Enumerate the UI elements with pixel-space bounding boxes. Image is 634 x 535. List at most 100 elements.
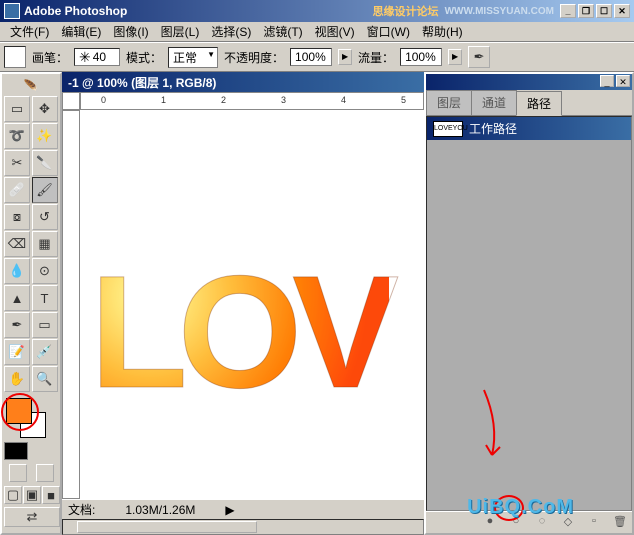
move-tool[interactable]: ✥ <box>32 96 58 122</box>
paths-list[interactable]: LOVEYOU 工作路径 <box>426 116 632 511</box>
panel-titlebar: _ ✕ <box>426 74 632 90</box>
scrollbar-horizontal[interactable] <box>62 519 424 535</box>
toolbox: 🪶 ▭ ✥ ➰ ✨ ✂ 🔪 🩹 🖌 ⧇ ↺ ⌫ ▦ 💧 ⊙ ▲ T ✒ ▭ 📝 … <box>0 72 62 535</box>
brush-tool[interactable]: 🖌 <box>32 177 58 203</box>
screen-full-menubar-icon[interactable]: ▣ <box>23 486 41 504</box>
eraser-tool[interactable]: ⌫ <box>4 231 30 257</box>
airbrush-icon[interactable]: ✒ <box>468 46 490 68</box>
mode-label: 模式： <box>126 49 162 66</box>
marquee-tool[interactable]: ▭ <box>4 96 30 122</box>
tab-channels[interactable]: 通道 <box>471 90 517 115</box>
status-filesize: 1.03M/1.26M <box>125 503 195 517</box>
menu-view[interactable]: 视图(V) <box>309 21 361 42</box>
panel-minimize-button[interactable]: _ <box>600 75 614 87</box>
color-swatch <box>4 396 58 440</box>
titlebar: Adobe Photoshop 思缘设计论坛 WWW.MISSYUAN.COM … <box>0 0 634 22</box>
notes-tool[interactable]: 📝 <box>4 339 30 365</box>
workspace: 🪶 ▭ ✥ ➰ ✨ ✂ 🔪 🩹 🖌 ⧇ ↺ ⌫ ▦ 💧 ⊙ ▲ T ✒ ▭ 📝 … <box>0 72 634 535</box>
tab-paths[interactable]: 路径 <box>516 91 562 116</box>
screen-standard-icon[interactable]: ▢ <box>4 486 22 504</box>
document-window: -1 @ 100% (图层 1, RGB/8) 0 1 2 3 4 5 LOV … <box>62 72 424 535</box>
ruler-vertical[interactable] <box>62 110 80 499</box>
ruler-mark: 2 <box>221 95 226 105</box>
menu-filter[interactable]: 滤镜(T) <box>257 21 308 42</box>
minimize-button[interactable]: _ <box>560 4 576 18</box>
shape-tool[interactable]: ▭ <box>32 312 58 338</box>
standard-mode-icon[interactable] <box>9 464 27 482</box>
hand-tool[interactable]: ✋ <box>4 366 30 392</box>
slice-tool[interactable]: 🔪 <box>32 150 58 176</box>
wand-tool[interactable]: ✨ <box>32 123 58 149</box>
flow-slider-button[interactable]: ▶ <box>448 49 462 65</box>
maximize-button[interactable]: ☐ <box>596 4 612 18</box>
path-select-tool[interactable]: ▲ <box>4 285 30 311</box>
healing-tool[interactable]: 🩹 <box>4 177 30 203</box>
default-swap-colors <box>4 442 58 460</box>
ruler-mark: 3 <box>281 95 286 105</box>
gradient-tool[interactable]: ▦ <box>32 231 58 257</box>
blend-mode-dropdown[interactable]: 正常 <box>168 47 218 68</box>
menu-layer[interactable]: 图层(L) <box>155 21 206 42</box>
imageready-icon[interactable]: ⇄ <box>4 507 60 527</box>
ruler-mark: 0 <box>101 95 106 105</box>
tab-layers[interactable]: 图层 <box>426 90 472 115</box>
toolbox-feather-icon: 🪶 <box>4 76 58 96</box>
brush-label: 画笔： <box>32 49 68 66</box>
pen-tool[interactable]: ✒ <box>4 312 30 338</box>
document-title: -1 @ 100% (图层 1, RGB/8) <box>62 72 424 92</box>
opacity-slider-button[interactable]: ▶ <box>338 49 352 65</box>
menu-image[interactable]: 图像(I) <box>107 21 154 42</box>
lasso-tool[interactable]: ➰ <box>4 123 30 149</box>
delete-path-icon[interactable]: 🗑 <box>612 515 628 531</box>
opacity-label: 不透明度： <box>224 49 284 66</box>
menu-window[interactable]: 窗口(W) <box>361 21 416 42</box>
stamp-tool[interactable]: ⧇ <box>4 204 30 230</box>
annotation-circle-foreground <box>1 393 39 431</box>
flow-input[interactable]: 100% <box>400 48 442 66</box>
brush-shape-icon: ✳ <box>79 50 91 64</box>
ruler-horizontal[interactable]: 0 1 2 3 4 5 <box>80 92 424 110</box>
crop-tool[interactable]: ✂ <box>4 150 30 176</box>
canvas[interactable]: LOV LOV <box>80 110 424 499</box>
blend-mode-value: 正常 <box>173 51 197 65</box>
dodge-tool[interactable]: ⊙ <box>32 258 58 284</box>
menu-edit[interactable]: 编辑(E) <box>55 21 107 42</box>
history-brush-tool[interactable]: ↺ <box>32 204 58 230</box>
ruler-mark: 4 <box>341 95 346 105</box>
tool-preset-icon[interactable] <box>4 46 26 68</box>
menu-file[interactable]: 文件(F) <box>4 21 55 42</box>
ruler-mark: 1 <box>161 95 166 105</box>
menu-help[interactable]: 帮助(H) <box>416 21 469 42</box>
scrollbar-thumb[interactable] <box>77 521 257 533</box>
ruler-mark: 5 <box>401 95 406 105</box>
close-button[interactable]: ✕ <box>614 4 630 18</box>
brush-size: 40 <box>93 50 106 64</box>
blur-tool[interactable]: 💧 <box>4 258 30 284</box>
quickmask-mode-icon[interactable] <box>36 464 54 482</box>
mask-mode-row <box>4 464 58 482</box>
opacity-input[interactable]: 100% <box>290 48 332 66</box>
restore-button[interactable]: ❐ <box>578 4 594 18</box>
sponsor-text: 思缘设计论坛 <box>373 3 439 19</box>
window-title: Adobe Photoshop <box>24 4 373 18</box>
path-item-work[interactable]: LOVEYOU 工作路径 <box>427 117 631 140</box>
path-item-label: 工作路径 <box>469 120 517 137</box>
screen-full-icon[interactable]: ■ <box>42 486 60 504</box>
new-path-icon[interactable]: ▫ <box>586 515 602 531</box>
sponsor-url: WWW.MISSYUAN.COM <box>445 6 554 17</box>
ruler-origin[interactable] <box>62 92 80 110</box>
status-arrow-icon[interactable]: ▶ <box>225 503 234 517</box>
flow-label: 流量： <box>358 49 394 66</box>
zoom-tool[interactable]: 🔍 <box>32 366 58 392</box>
panel-close-button[interactable]: ✕ <box>616 75 630 87</box>
eyedropper-tool[interactable]: 💉 <box>32 339 58 365</box>
menubar: 文件(F) 编辑(E) 图像(I) 图层(L) 选择(S) 滤镜(T) 视图(V… <box>0 22 634 42</box>
type-tool[interactable]: T <box>32 285 58 311</box>
default-colors-icon[interactable] <box>4 442 28 460</box>
options-bar: 画笔： ✳ 40 模式： 正常 不透明度： 100% ▶ 流量： 100% ▶ … <box>0 42 634 72</box>
watermark: UiBQ.CoM <box>467 496 574 519</box>
menu-select[interactable]: 选择(S) <box>205 21 257 42</box>
artwork-path-outline: LOV <box>90 240 389 424</box>
status-bar: 文档: 1.03M/1.26M ▶ <box>62 499 424 519</box>
brush-picker[interactable]: ✳ 40 <box>74 48 120 66</box>
